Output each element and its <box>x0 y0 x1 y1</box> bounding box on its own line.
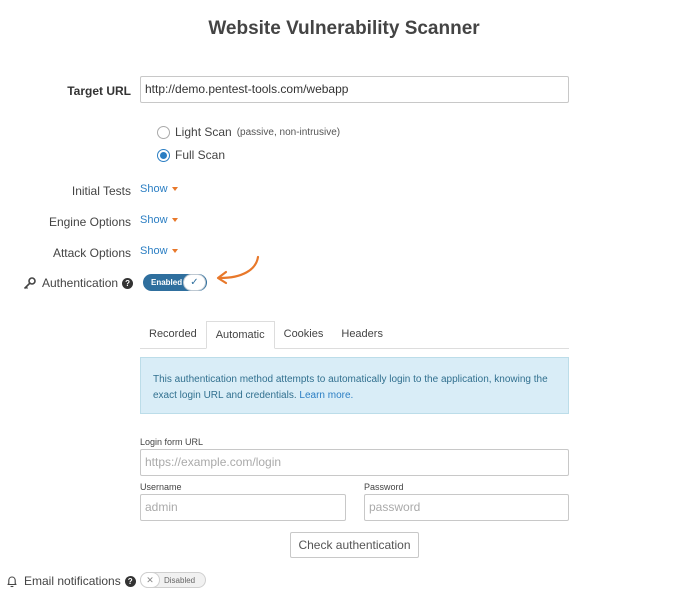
authentication-row-label: Authentication ? <box>23 276 134 290</box>
tab-automatic[interactable]: Automatic <box>205 321 275 349</box>
login-url-input[interactable]: https://example.com/login <box>140 449 569 476</box>
full-scan-label: Full Scan <box>175 148 226 162</box>
attack-options-show-link[interactable]: Show <box>140 245 178 257</box>
light-scan-note: (passive, non-intrusive) <box>236 126 341 138</box>
light-scan-radio[interactable] <box>157 125 170 139</box>
target-url-input[interactable]: http://demo.pentest-tools.com/webapp <box>140 76 569 103</box>
pointer-arrow-icon <box>216 255 260 285</box>
password-input[interactable]: password <box>364 494 569 521</box>
engine-options-show-text: Show <box>140 214 168 226</box>
engine-options-show-link[interactable]: Show <box>140 214 178 226</box>
initial-tests-label: Initial Tests <box>71 184 131 198</box>
authentication-label: Authentication <box>42 276 119 290</box>
email-notifications-label: Email notifications <box>24 574 121 588</box>
page-title: Website Vulnerability Scanner <box>208 18 480 39</box>
initial-tests-show-text: Show <box>140 183 168 195</box>
key-icon <box>23 276 36 289</box>
email-notifications-toggle[interactable]: ✕ Disabled <box>140 572 206 588</box>
login-url-label: Login form URL <box>140 437 204 447</box>
authentication-toggle-label: Enabled <box>151 278 183 287</box>
auth-info-box: This authentication method attempts to a… <box>140 357 569 414</box>
username-input[interactable]: admin <box>140 494 346 521</box>
authentication-toggle[interactable]: Enabled ✓ <box>143 274 207 291</box>
auth-method-tabs: Recorded Automatic Cookies Headers <box>140 321 569 349</box>
email-notifications-row-label: Email notifications ? <box>6 574 136 588</box>
attack-options-label: Attack Options <box>52 246 131 260</box>
check-authentication-button[interactable]: Check authentication <box>290 532 419 558</box>
caret-down-icon <box>171 218 178 222</box>
x-icon: ✕ <box>140 572 160 588</box>
full-scan-radio[interactable] <box>157 148 170 162</box>
tab-cookies[interactable]: Cookies <box>275 321 333 349</box>
password-label: Password <box>364 482 404 492</box>
target-url-label: Target URL <box>67 84 131 98</box>
email-toggle-label: Disabled <box>164 575 196 585</box>
attack-options-show-text: Show <box>140 245 168 257</box>
full-scan-option[interactable]: Full Scan <box>157 148 225 162</box>
username-label: Username <box>140 482 182 492</box>
help-icon[interactable]: ? <box>122 277 134 289</box>
help-icon[interactable]: ? <box>124 575 136 587</box>
light-scan-option[interactable]: Light Scan (passive, non-intrusive) <box>157 125 340 139</box>
tab-recorded[interactable]: Recorded <box>140 321 206 349</box>
bell-icon <box>7 575 17 587</box>
tab-headers[interactable]: Headers <box>332 321 392 349</box>
caret-down-icon <box>171 249 178 253</box>
learn-more-link[interactable]: Learn more. <box>299 390 353 401</box>
engine-options-label: Engine Options <box>48 215 131 229</box>
initial-tests-show-link[interactable]: Show <box>140 183 178 195</box>
check-icon: ✓ <box>183 274 206 291</box>
light-scan-label: Light Scan <box>175 125 232 139</box>
caret-down-icon <box>171 187 178 191</box>
